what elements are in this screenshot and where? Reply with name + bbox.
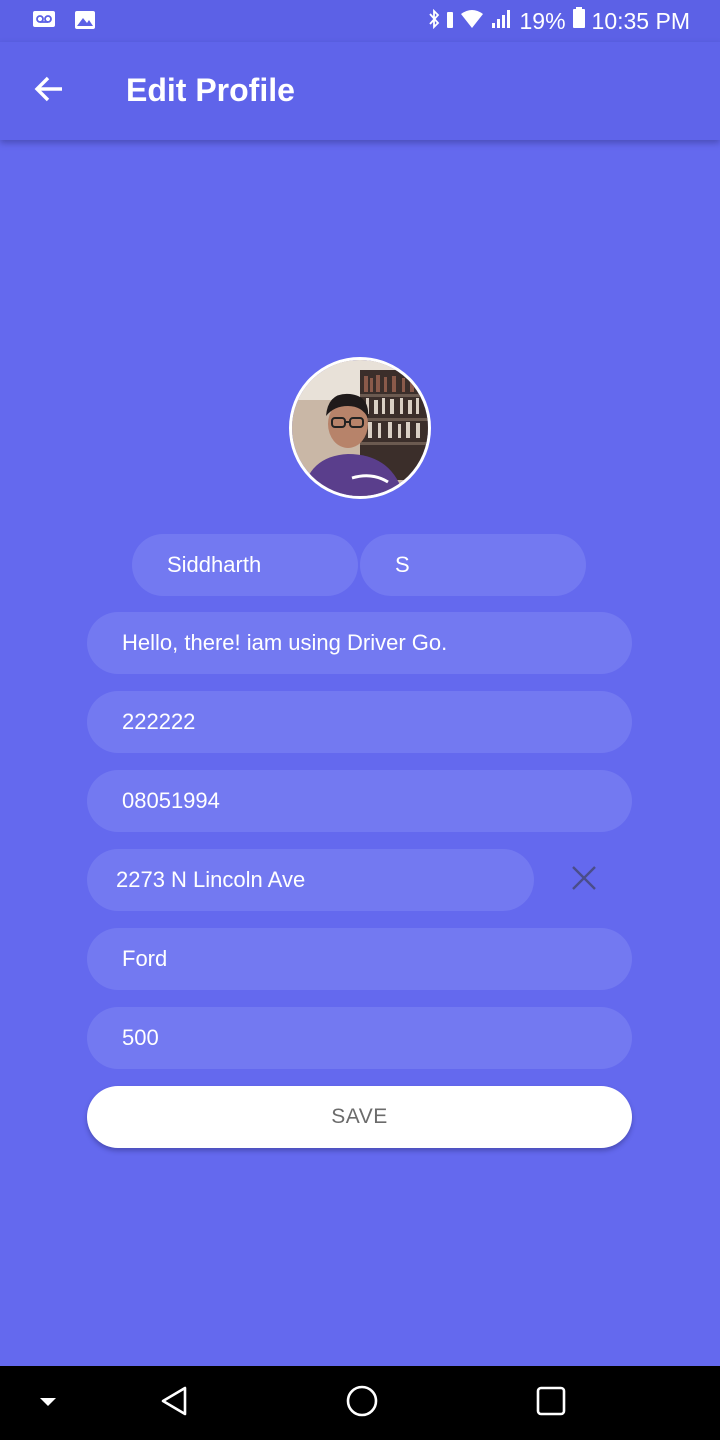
save-label: SAVE	[331, 1105, 388, 1128]
vibrate-icon	[446, 8, 454, 35]
nav-home-icon	[346, 1385, 378, 1422]
bluetooth-icon	[428, 8, 440, 35]
first-name-value: Siddharth	[167, 552, 262, 577]
nav-recents-icon	[536, 1386, 566, 1421]
last-name-field[interactable]: S	[360, 534, 586, 596]
avatar[interactable]	[289, 357, 431, 499]
page-title: Edit Profile	[126, 72, 295, 108]
car-model-value: 500	[122, 1025, 159, 1050]
address-field[interactable]: 2273 N Lincoln Ave	[87, 849, 534, 911]
status-bar: 19% 10:35 PM	[0, 0, 720, 42]
car-make-field[interactable]: Ford	[87, 928, 632, 990]
phone-field[interactable]: 222222	[87, 691, 632, 753]
phone-value: 222222	[122, 709, 196, 734]
navigation-bar	[0, 1366, 720, 1440]
wifi-icon	[460, 8, 484, 35]
status-value: Hello, there! iam using Driver Go.	[122, 630, 448, 655]
nav-back-button[interactable]	[151, 1380, 197, 1426]
nav-down-button[interactable]	[25, 1380, 71, 1426]
back-button[interactable]	[22, 64, 76, 118]
car-make-value: Ford	[122, 946, 168, 971]
dob-field[interactable]: 08051994	[87, 770, 632, 832]
app-bar: Edit Profile	[0, 42, 720, 140]
nav-back-icon	[159, 1385, 189, 1422]
battery-icon	[572, 7, 586, 35]
arrow-left-icon	[34, 76, 64, 107]
image-icon	[74, 10, 96, 35]
clear-address-button[interactable]	[561, 857, 607, 903]
close-icon	[571, 865, 597, 896]
nav-recents-button[interactable]	[528, 1380, 574, 1426]
voicemail-icon	[32, 10, 56, 35]
car-model-field[interactable]: 500	[87, 1007, 632, 1069]
status-time: 10:35 PM	[591, 7, 690, 34]
signal-icon	[490, 8, 514, 35]
save-button[interactable]: SAVE	[87, 1086, 632, 1148]
battery-percent: 19%	[519, 7, 566, 34]
nav-home-button[interactable]	[339, 1380, 385, 1426]
address-value: 2273 N Lincoln Ave	[116, 867, 306, 892]
nav-down-icon	[39, 1394, 57, 1412]
first-name-field[interactable]: Siddharth	[132, 534, 358, 596]
dob-value: 08051994	[122, 788, 220, 813]
last-name-value: S	[395, 552, 410, 577]
status-field[interactable]: Hello, there! iam using Driver Go.	[87, 612, 632, 674]
